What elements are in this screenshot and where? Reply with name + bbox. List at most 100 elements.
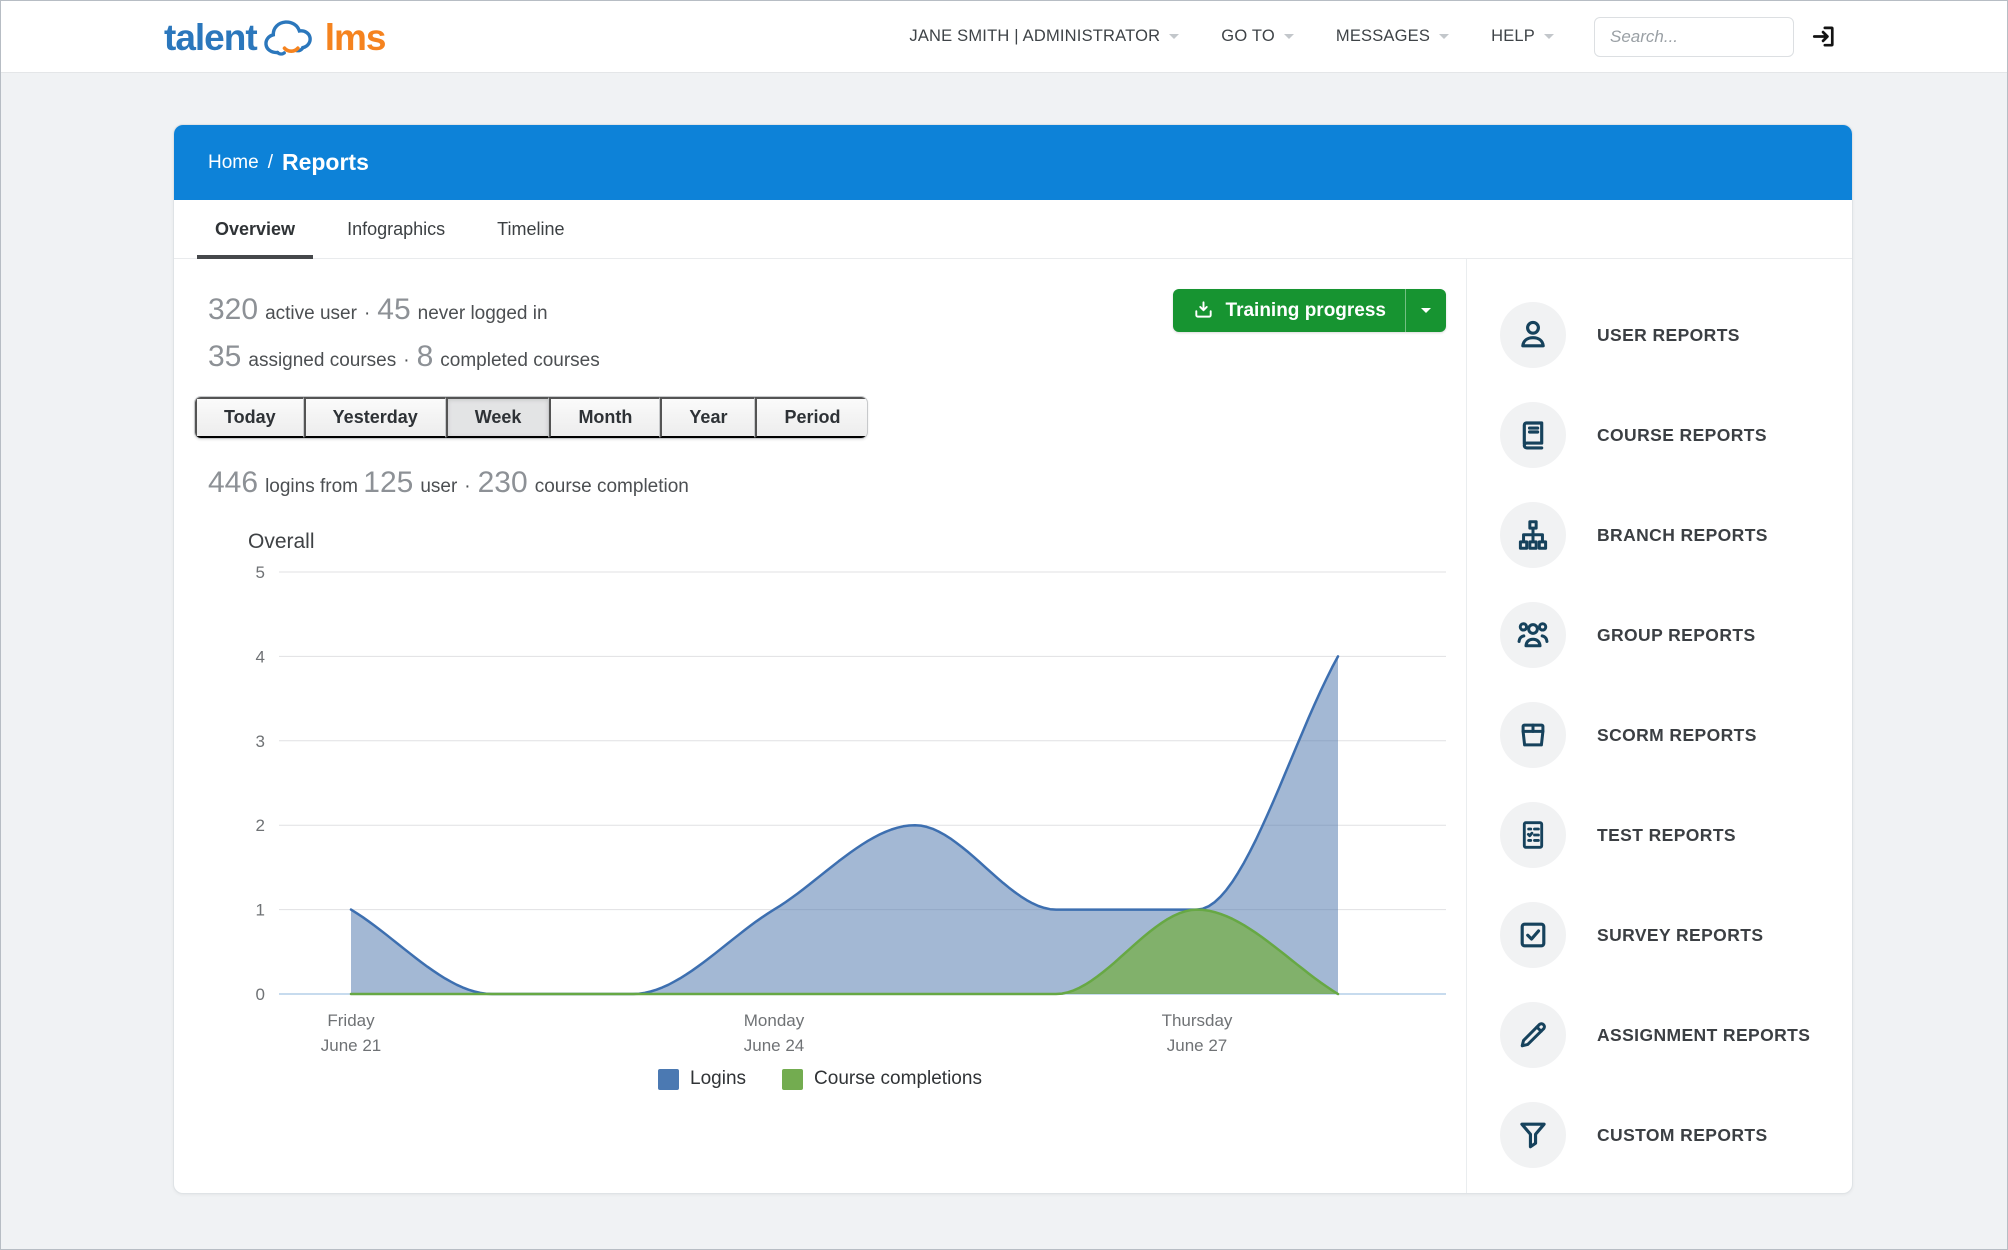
group-icon [1500,602,1566,668]
never-logged-count: 45 [377,293,410,326]
user-icon [1500,302,1566,368]
svg-text:Friday: Friday [327,1011,375,1030]
nav-help-label: HELP [1491,27,1535,46]
top-header: talent lms JANE SMITH | ADMINISTRATOR GO… [1,1,2007,73]
sidebar-item-user-reports[interactable]: USER REPORTS [1467,285,1852,385]
breadcrumb-separator: / [268,152,273,174]
pencil-icon [1500,1002,1566,1068]
svg-text:2: 2 [256,816,265,835]
hierarchy-icon [1500,502,1566,568]
funnel-icon [1500,1102,1566,1168]
sidebar-item-course-reports[interactable]: COURSE REPORTS [1467,385,1852,485]
active-users-count: 320 [208,293,258,326]
sidebar-item-test-reports[interactable]: TEST REPORTS [1467,785,1852,885]
sidebar-item-label: SURVEY REPORTS [1597,925,1763,946]
training-progress-dropdown[interactable] [1405,289,1446,332]
assigned-courses-count: 35 [208,340,241,373]
chart-legend: Logins Course completions [174,1068,1466,1090]
sidebar-item-label: CUSTOM REPORTS [1597,1125,1768,1146]
nav-go-to[interactable]: GO TO [1221,27,1294,46]
logout-icon[interactable] [1810,23,1837,50]
filter-period-button[interactable]: Period [755,397,867,438]
completions-label: course completion [535,476,689,497]
svg-text:June 24: June 24 [744,1036,805,1055]
training-progress-label: Training progress [1226,300,1386,322]
svg-text:June 21: June 21 [321,1036,382,1055]
completed-courses-label: completed courses [440,350,599,371]
reports-sidebar: USER REPORTS COURSE REPORTS [1466,259,1852,1194]
breadcrumb-home-link[interactable]: Home [208,152,259,174]
filter-today-button[interactable]: Today [195,397,304,438]
legend-logins-label: Logins [690,1068,746,1090]
tab-bar: Overview Infographics Timeline [174,200,1852,259]
sidebar-item-survey-reports[interactable]: SURVEY REPORTS [1467,885,1852,985]
dot-separator: · [403,350,409,371]
logo-text-lms: lms [325,17,386,59]
top-nav: JANE SMITH | ADMINISTRATOR GO TO MESSAGE… [867,17,1837,57]
breadcrumb: Home / Reports [174,125,1852,200]
overview-panel: 320active user·45never logged in 35assig… [174,259,1466,1194]
sidebar-item-label: SCORM REPORTS [1597,725,1757,746]
assigned-courses-label: assigned courses [248,350,396,371]
logins-count: 446 [208,466,258,499]
clipboard-icon [1500,802,1566,868]
search-input[interactable] [1594,17,1794,57]
svg-text:5: 5 [256,563,265,582]
login-users-count: 125 [363,466,413,499]
legend-course-completions: Course completions [782,1068,982,1090]
sidebar-item-branch-reports[interactable]: BRANCH REPORTS [1467,485,1852,585]
svg-text:3: 3 [256,732,265,751]
sidebar-item-label: BRANCH REPORTS [1597,525,1768,546]
nav-go-to-label: GO TO [1221,27,1275,46]
legend-logins: Logins [658,1068,746,1090]
chevron-down-icon [1169,34,1179,44]
svg-text:Thursday: Thursday [1162,1011,1233,1030]
filter-week-button[interactable]: Week [446,397,550,438]
chevron-down-icon [1284,34,1294,44]
sidebar-item-assignment-reports[interactable]: ASSIGNMENT REPORTS [1467,985,1852,1085]
filter-yesterday-button[interactable]: Yesterday [304,397,446,438]
stat-line-courses: 35 assigned courses · 8 completed courses [208,340,1466,374]
chevron-down-icon [1439,34,1449,44]
logo[interactable]: talent lms [164,15,385,59]
course-completions-swatch [782,1069,803,1090]
dot-separator: · [464,476,470,497]
svg-text:Monday: Monday [744,1011,805,1030]
package-icon [1500,702,1566,768]
checkbox-icon [1500,902,1566,968]
sidebar-item-group-reports[interactable]: GROUP REPORTS [1467,585,1852,685]
never-logged-label: never logged in [418,303,548,324]
filter-year-button[interactable]: Year [660,397,755,438]
overall-area-chart: 012345FridayJune 21MondayJune 24Thursday… [231,558,1451,1058]
tab-overview[interactable]: Overview [197,200,313,258]
book-icon [1500,402,1566,468]
chevron-down-icon [1421,308,1431,318]
nav-help[interactable]: HELP [1491,27,1554,46]
sidebar-item-scorm-reports[interactable]: SCORM REPORTS [1467,685,1852,785]
stat-line-logins: 446logins from 125user·230course complet… [208,466,1466,500]
nav-messages-label: MESSAGES [1336,27,1430,46]
sidebar-item-custom-reports[interactable]: CUSTOM REPORTS [1467,1085,1852,1185]
legend-course-completions-label: Course completions [814,1068,982,1090]
sidebar-item-label: USER REPORTS [1597,325,1740,346]
login-users-label: user [420,476,457,497]
page-title: Reports [282,149,369,176]
date-range-filter: Today Yesterday Week Month Year Period [194,396,868,439]
logo-text-talent: talent [164,17,257,59]
svg-text:1: 1 [256,901,265,920]
tab-timeline[interactable]: Timeline [479,200,582,258]
sidebar-item-label: TEST REPORTS [1597,825,1736,846]
nav-user-menu-label: JANE SMITH | ADMINISTRATOR [909,27,1160,46]
filter-month-button[interactable]: Month [549,397,660,438]
reports-card: Home / Reports Overview Infographics Tim… [173,124,1853,1194]
sidebar-item-label: GROUP REPORTS [1597,625,1756,646]
nav-messages[interactable]: MESSAGES [1336,27,1449,46]
svg-text:0: 0 [256,985,265,1004]
training-progress-button[interactable]: Training progress [1173,289,1446,332]
chart-title: Overall [248,530,1466,554]
svg-text:June 27: June 27 [1167,1036,1228,1055]
completed-courses-count: 8 [417,340,434,373]
tab-infographics[interactable]: Infographics [329,200,463,258]
nav-user-menu[interactable]: JANE SMITH | ADMINISTRATOR [909,27,1179,46]
sidebar-item-label: COURSE REPORTS [1597,425,1767,446]
